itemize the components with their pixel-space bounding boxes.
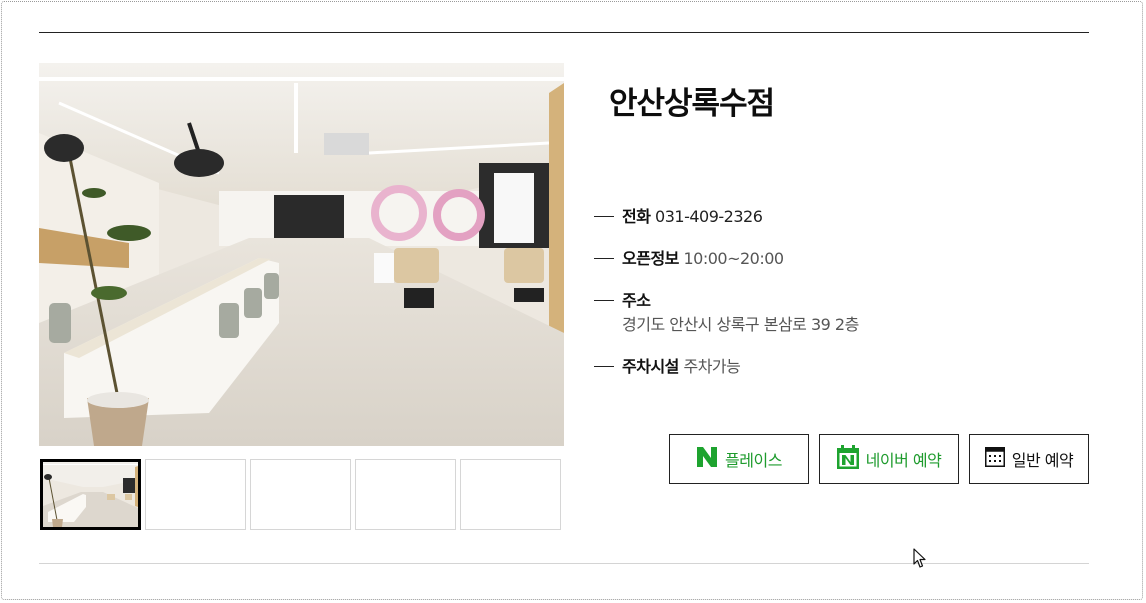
naver-calendar-icon <box>836 445 859 473</box>
thumbnail-2[interactable] <box>145 459 246 530</box>
bottom-divider <box>39 563 1089 564</box>
main-store-photo <box>39 63 564 446</box>
info-address: 주소 경기도 안산시 상록구 본삼로 39 2층 <box>594 290 1074 336</box>
dash-marker <box>594 366 614 367</box>
store-title: 안산상록수점 <box>609 86 775 122</box>
thumbnail-1[interactable] <box>40 459 141 530</box>
dash-marker <box>594 300 614 301</box>
hours-label: 오픈정보 <box>622 249 679 268</box>
address-value: 경기도 안산시 상록구 본삼로 39 2층 <box>622 315 859 334</box>
address-label: 주소 <box>622 291 651 310</box>
parking-label: 주차시설 <box>622 357 679 376</box>
calendar-grid-icon <box>984 447 1005 471</box>
naver-n-icon <box>696 447 718 471</box>
thumbnail-4[interactable] <box>355 459 456 530</box>
action-buttons: 플레이스 네이버 예약 일반 예약 <box>669 434 1089 484</box>
phone-label: 전화 <box>622 207 651 226</box>
naver-place-button[interactable]: 플레이스 <box>669 434 809 484</box>
naver-reserve-label: 네이버 예약 <box>865 451 942 470</box>
thumbnail-3[interactable] <box>250 459 351 530</box>
general-reserve-label: 일반 예약 <box>1011 451 1074 470</box>
mouse-cursor-icon <box>913 548 927 573</box>
thumbnail-5[interactable] <box>460 459 561 530</box>
info-hours: 오픈정보 10:00~20:00 <box>594 248 1074 270</box>
hours-value: 10:00~20:00 <box>683 249 784 268</box>
info-parking: 주차시설 주차가능 <box>594 356 1074 378</box>
thumbnail-strip <box>40 459 561 530</box>
info-phone: 전화 031-409-2326 <box>594 206 1074 228</box>
phone-value[interactable]: 031-409-2326 <box>655 207 763 226</box>
store-info-list: 전화 031-409-2326 오픈정보 10:00~20:00 주소 경기도 … <box>594 206 1074 398</box>
general-reserve-button[interactable]: 일반 예약 <box>969 434 1089 484</box>
dash-marker <box>594 216 614 217</box>
top-divider <box>39 32 1089 33</box>
naver-reserve-button[interactable]: 네이버 예약 <box>819 434 959 484</box>
dash-marker <box>594 258 614 259</box>
parking-value: 주차가능 <box>683 357 741 376</box>
naver-place-label: 플레이스 <box>725 451 782 470</box>
